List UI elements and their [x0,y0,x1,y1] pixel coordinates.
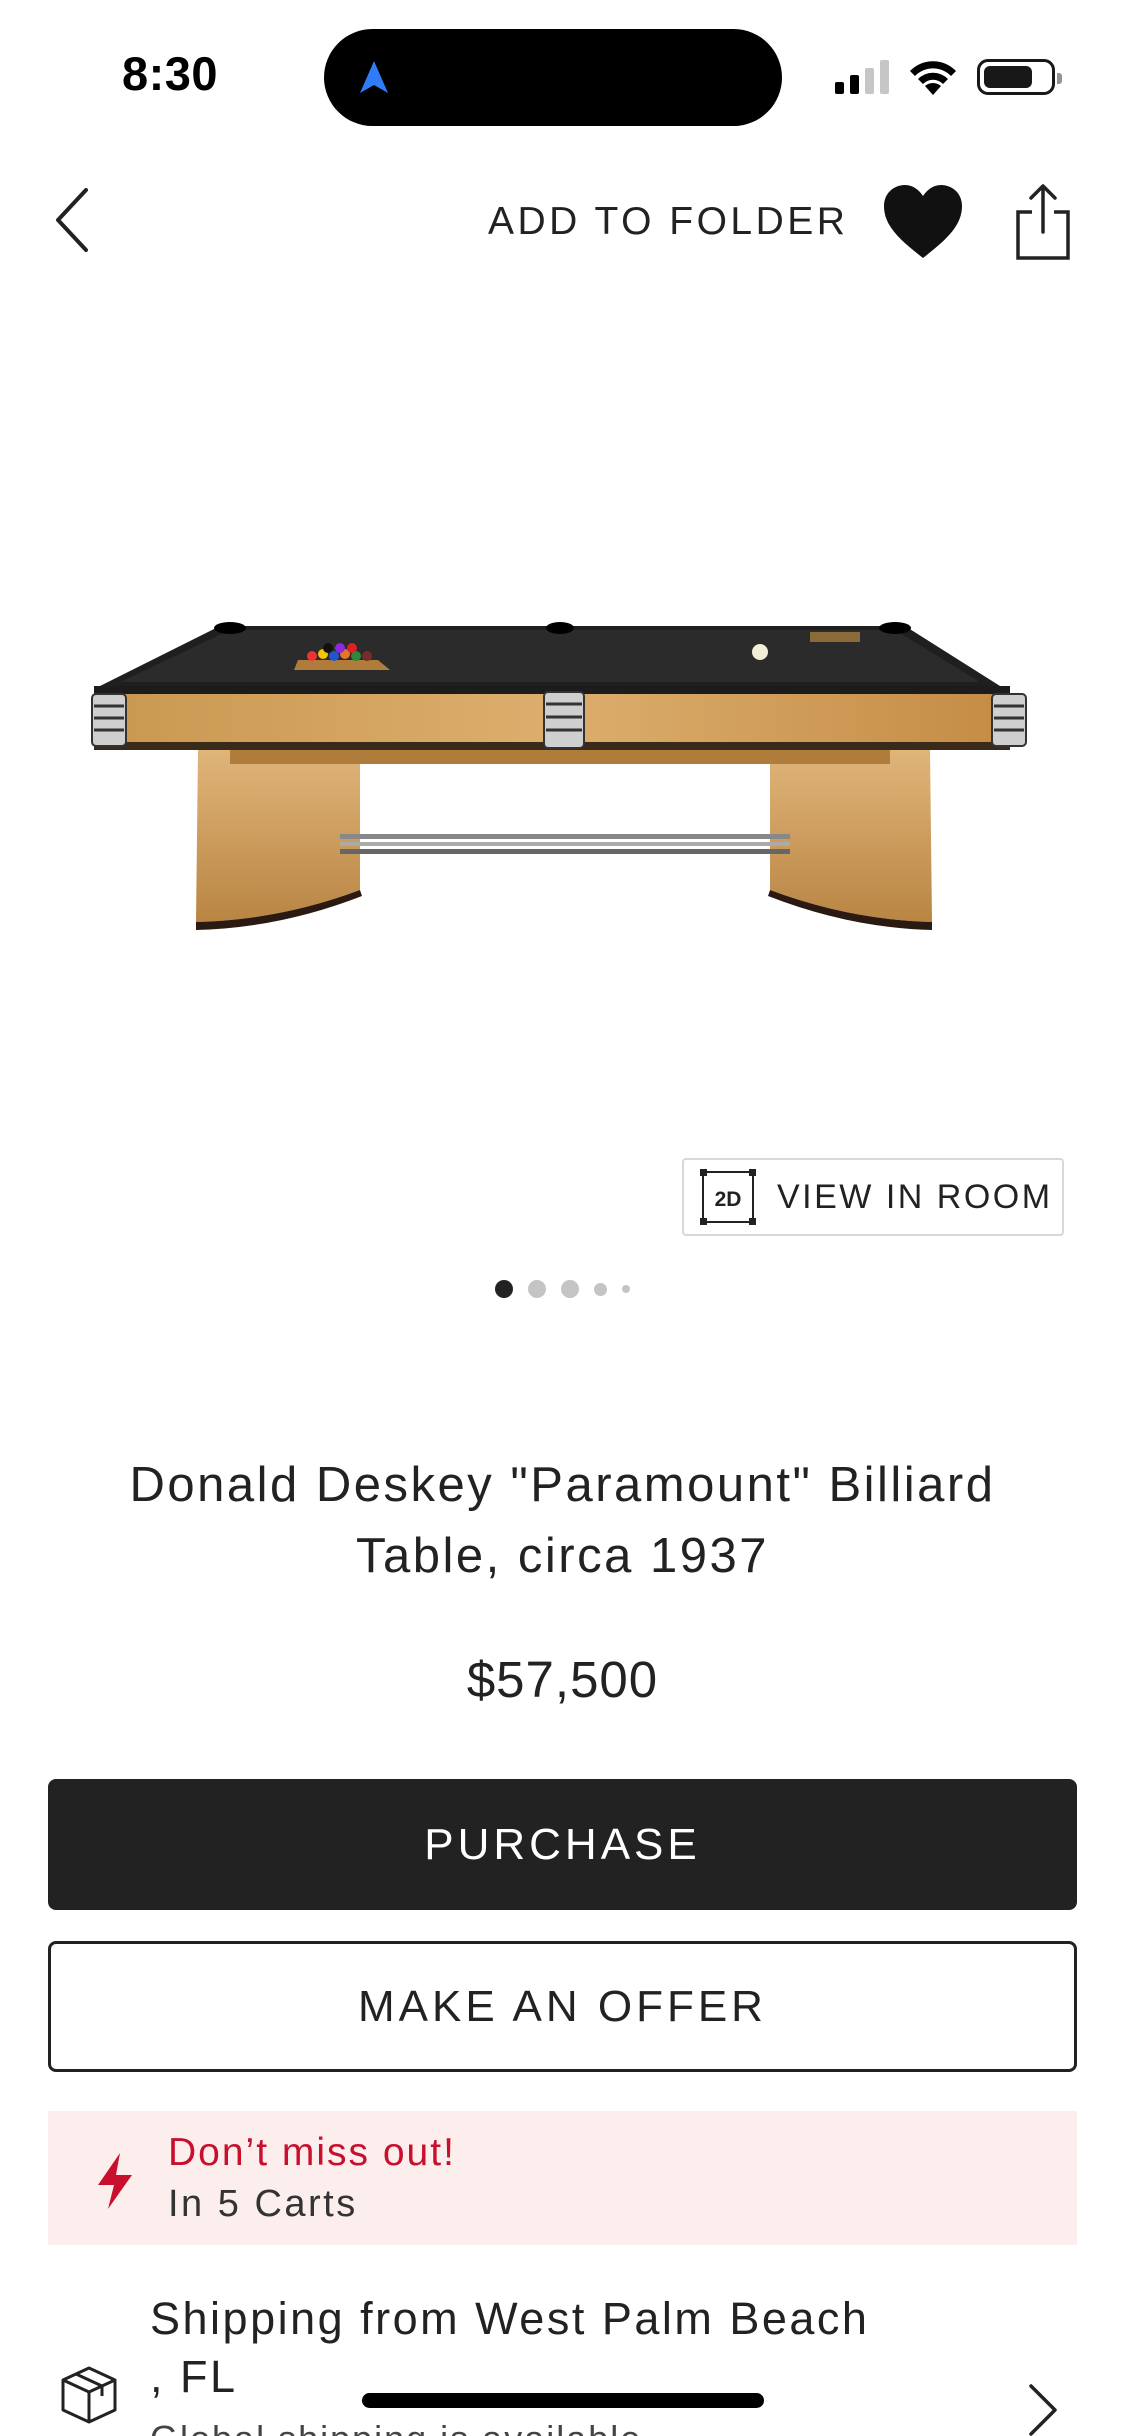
product-price: $57,500 [466,1651,659,1708]
cellular-signal-icon [835,60,889,94]
heart-icon[interactable] [880,182,966,262]
share-icon[interactable] [1012,182,1074,262]
lightning-icon [98,2153,132,2209]
page-dot[interactable] [622,1285,630,1293]
shipping-title: Shipping from West Palm Beach , FL [150,2293,870,2402]
status-time: 8:30 [122,47,219,100]
alert-title: Don’t miss out! [168,2131,456,2174]
chevron-right-icon [1029,2384,1057,2436]
page-dot-active[interactable] [495,1280,513,1298]
home-indicator[interactable] [362,2393,764,2408]
purchase-button[interactable]: PURCHASE [48,1779,1077,1910]
page-dot[interactable] [561,1280,579,1298]
location-arrow-icon [360,61,388,93]
wifi-icon [910,61,956,95]
alert-subtitle: In 5 Carts [168,2183,358,2225]
2d-view-icon: 2D [700,1169,756,1225]
add-to-folder-button[interactable]: ADD TO FOLDER [488,200,848,244]
page-dot[interactable] [594,1282,607,1296]
product-title: Donald Deskey "Paramount" Billiard Table… [129,1458,996,1583]
dynamic-island [324,29,782,126]
nav-bar: ADD TO FOLDER [0,170,1125,270]
package-icon [61,2366,117,2424]
chevron-left-icon[interactable] [48,182,98,258]
status-icons [835,52,1062,102]
svg-text:2D: 2D [715,1188,742,1211]
image-pagination [0,1280,1125,1298]
page-dot[interactable] [528,1280,546,1298]
view-in-room-button[interactable]: 2D VIEW IN ROOM [682,1158,1064,1236]
make-offer-button[interactable]: MAKE AN OFFER [48,1941,1077,2072]
product-image[interactable] [80,590,1045,950]
cart-alert: Don’t miss out! In 5 Carts [48,2111,1077,2245]
status-bar: 8:30 [0,0,1125,150]
view-in-room-label: VIEW IN ROOM [777,1177,1053,1216]
shipping-subtitle: Global shipping is available [150,2418,642,2436]
battery-icon [977,59,1062,95]
shipping-row[interactable]: Shipping from West Palm Beach , FL Globa… [0,2290,1125,2436]
